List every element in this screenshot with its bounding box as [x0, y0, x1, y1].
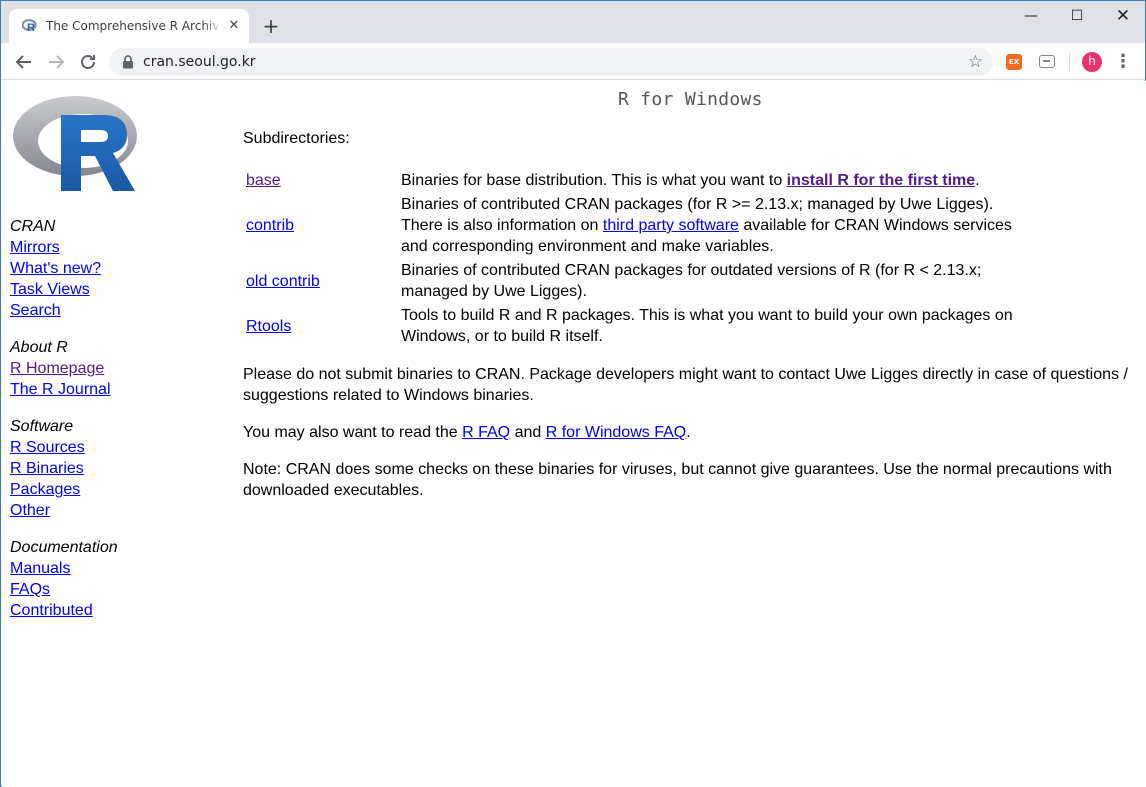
submit-binaries-note: Please do not submit binaries to CRAN. P…	[243, 366, 1128, 404]
url-text[interactable]: cran.seoul.go.kr	[143, 53, 256, 71]
address-bar[interactable]: cran.seoul.go.kr ☆	[109, 48, 993, 76]
sidebar-heading-about: About R	[10, 339, 68, 356]
install-r-first-time-link[interactable]: install R for the first time	[787, 172, 975, 189]
sidebar-nav: CRAN Mirrors What's new? Task Views Sear…	[10, 216, 220, 637]
forward-arrow-icon[interactable]	[44, 50, 68, 74]
active-tab[interactable]: R The Comprehensive R Archive Network ✕	[9, 9, 249, 43]
minimize-button[interactable]: —	[1008, 5, 1054, 29]
sidebar-group-cran: CRAN Mirrors What's new? Task Views Sear…	[10, 216, 220, 321]
row-description: Binaries of contributed CRAN packages fo…	[401, 262, 982, 300]
page-content: CRAN Mirrors What's new? Task Views Sear…	[2, 81, 1146, 787]
row-description: Binaries for base distribution. This is …	[401, 172, 787, 189]
new-tab-button[interactable]: +	[260, 15, 282, 37]
subdir-link-old-contrib[interactable]: old contrib	[246, 273, 320, 290]
faq-paragraph: You may also want to read the R FAQ and …	[243, 422, 1143, 443]
table-row: base Binaries for base distribution. Thi…	[244, 168, 1039, 192]
subdirectories-label: Subdirectories:	[243, 130, 350, 147]
r-favicon-icon: R	[22, 19, 37, 34]
r-faq-link[interactable]: R FAQ	[462, 424, 510, 441]
tab-title-fade	[204, 15, 222, 37]
star-icon[interactable]: ☆	[968, 52, 983, 72]
subdir-link-base[interactable]: base	[246, 172, 281, 189]
extension-ex-icon[interactable]: EX	[1006, 54, 1022, 70]
sidebar-group-documentation: Documentation Manuals FAQs Contributed	[10, 537, 220, 621]
subdir-link-rtools[interactable]: Rtools	[246, 318, 291, 335]
sidebar-link-other[interactable]: Other	[10, 500, 220, 521]
sidebar-heading-cran: CRAN	[10, 218, 56, 235]
browser-window: R The Comprehensive R Archive Network ✕ …	[0, 0, 1146, 787]
row-description-end: .	[975, 172, 980, 189]
table-row: Rtools Tools to build R and R packages. …	[244, 303, 1039, 348]
svg-text:R: R	[27, 22, 35, 34]
virus-check-note: Note: CRAN does some checks on these bin…	[243, 461, 1112, 499]
menu-dots-icon[interactable]: ⋮	[1114, 51, 1132, 73]
sidebar-group-about: About R R Homepage The R Journal	[10, 337, 220, 400]
faq-text-and: and	[510, 424, 546, 441]
sidebar-link-r-binaries[interactable]: R Binaries	[10, 458, 220, 479]
back-arrow-icon[interactable]	[12, 50, 36, 74]
profile-avatar[interactable]: h	[1082, 52, 1102, 72]
subdirectories-table: base Binaries for base distribution. Thi…	[244, 168, 1039, 348]
row-description: There is also information on	[401, 217, 603, 234]
tab-title: The Comprehensive R Archive Network	[46, 19, 218, 33]
subdir-link-contrib[interactable]: contrib	[246, 217, 294, 234]
tab-strip: R The Comprehensive R Archive Network ✕ …	[1, 1, 1145, 43]
sidebar-link-r-journal[interactable]: The R Journal	[10, 379, 220, 400]
toolbar-divider	[1069, 53, 1070, 71]
maximize-button[interactable]: ☐	[1054, 5, 1100, 29]
r-windows-faq-link[interactable]: R for Windows FAQ	[546, 424, 686, 441]
faq-text: You may also want to read the	[243, 424, 463, 441]
sidebar-heading-documentation: Documentation	[10, 539, 118, 556]
tab-close-icon[interactable]: ✕	[226, 18, 242, 34]
row-description: Binaries of contributed CRAN packages (f…	[401, 196, 994, 213]
sidebar-link-manuals[interactable]: Manuals	[10, 558, 220, 579]
main-content: Subdirectories: base Binaries for base d…	[243, 128, 1143, 501]
sidebar-link-task-views[interactable]: Task Views	[10, 279, 220, 300]
sidebar-link-search[interactable]: Search	[10, 300, 220, 321]
cast-icon[interactable]	[1039, 55, 1055, 68]
sidebar-link-r-sources[interactable]: R Sources	[10, 437, 220, 458]
sidebar-link-contributed[interactable]: Contributed	[10, 600, 220, 621]
table-row: contrib Binaries of contributed CRAN pac…	[244, 192, 1039, 258]
sidebar-heading-software: Software	[10, 418, 74, 435]
lock-icon[interactable]	[122, 55, 134, 69]
sidebar-link-whats-new[interactable]: What's new?	[10, 258, 220, 279]
close-window-button[interactable]: ✕	[1100, 5, 1146, 29]
reload-icon[interactable]	[76, 50, 100, 74]
sidebar-group-software: Software R Sources R Binaries Packages O…	[10, 416, 220, 521]
browser-toolbar: cran.seoul.go.kr ☆ EX h ⋮	[1, 43, 1145, 80]
sidebar-link-mirrors[interactable]: Mirrors	[10, 237, 220, 258]
sidebar-link-faqs[interactable]: FAQs	[10, 579, 220, 600]
table-row: old contrib Binaries of contributed CRAN…	[244, 258, 1039, 303]
r-logo[interactable]	[9, 89, 143, 193]
third-party-software-link[interactable]: third party software	[603, 217, 739, 234]
page-title: R for Windows	[618, 89, 763, 110]
sidebar-link-r-homepage[interactable]: R Homepage	[10, 358, 220, 379]
faq-text-end: .	[686, 424, 691, 441]
sidebar-link-packages[interactable]: Packages	[10, 479, 220, 500]
row-description: Tools to build R and R packages. This is…	[401, 307, 1013, 345]
